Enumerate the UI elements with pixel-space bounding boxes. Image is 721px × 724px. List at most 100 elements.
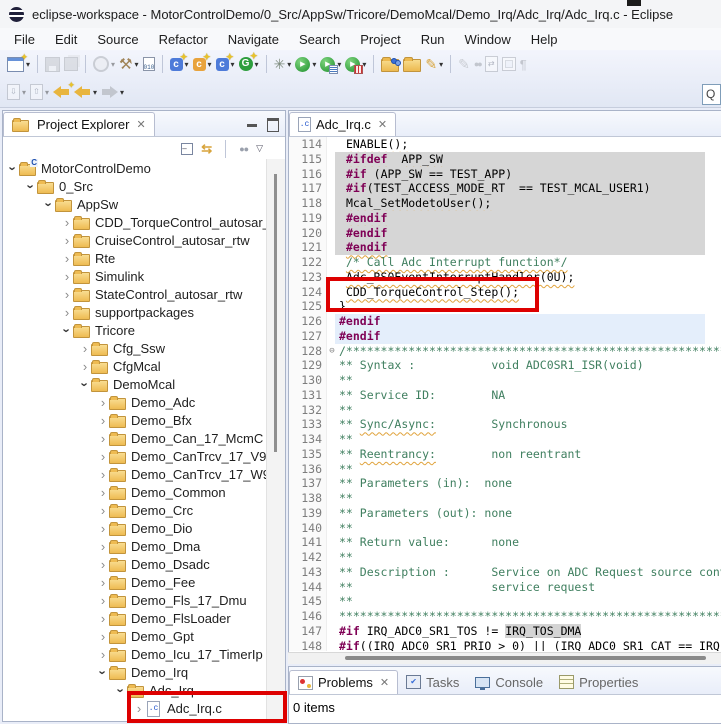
expand-arrow-icon[interactable]: › — [61, 269, 73, 284]
new-cpp-file-icon[interactable]: c✦▾ — [193, 54, 212, 74]
code-line-135[interactable]: 135** Reentrancy: non reentrant — [289, 447, 721, 462]
code-line-126[interactable]: 126#endif — [289, 314, 721, 329]
menu-project[interactable]: Project — [350, 30, 410, 49]
close-icon[interactable]: ✕ — [380, 676, 389, 689]
tree-item-tricore[interactable]: ›Tricore — [3, 321, 267, 339]
run-history-icon[interactable]: ▶▾ — [320, 54, 341, 74]
tree-item-statecontrol-autosar-rtw[interactable]: ›StateControl_autosar_rtw — [3, 285, 267, 303]
menu-file[interactable]: File — [4, 30, 45, 49]
tree-item-demo-fee[interactable]: ›Demo_Fee — [3, 573, 267, 591]
save-icon[interactable] — [45, 54, 60, 74]
code-line-129[interactable]: 129** Syntax : void ADC0SR1_ISR(void) — [289, 358, 721, 373]
filter-icon[interactable]: ●● — [239, 144, 248, 154]
tab-tasks[interactable]: ✔Tasks — [398, 670, 467, 694]
tab-adc-irq-c[interactable]: .c Adc_Irq.c ✕ — [289, 112, 396, 136]
new-wizard-icon[interactable]: ✦▾ — [7, 54, 30, 74]
dropdown-arrow-icon[interactable]: ▾ — [312, 60, 316, 69]
next-annotation-icon[interactable]: ⇩▾ — [7, 82, 26, 102]
code-line-117[interactable]: 117 #if(TEST_ACCESS_MODE_RT == TEST_MCAL… — [289, 181, 721, 196]
expand-arrow-icon[interactable]: › — [97, 611, 109, 626]
tree-item-demo-icu-17-timerip[interactable]: ›Demo_Icu_17_TimerIp — [3, 645, 267, 663]
tree-scrollbar-thumb[interactable] — [274, 174, 277, 452]
code-line-116[interactable]: 116 #if (APP_SW == TEST_APP) — [289, 167, 721, 182]
import-trace-icon[interactable] — [381, 54, 399, 74]
save-all-icon[interactable] — [64, 54, 78, 74]
menu-help[interactable]: Help — [521, 30, 568, 49]
code-line-119[interactable]: 119 #endif — [289, 211, 721, 226]
highlighter-icon[interactable]: ✎▾ — [425, 54, 443, 74]
code-line-138[interactable]: 138** — [289, 491, 721, 506]
code-line-122[interactable]: 122 /* Call Adc Interrupt function*/ — [289, 255, 721, 270]
build-icon[interactable]: ⚒▾ — [119, 54, 138, 74]
tree-item-supportpackages[interactable]: ›supportpackages — [3, 303, 267, 321]
expand-arrow-icon[interactable]: › — [79, 341, 91, 356]
external-tools-icon[interactable]: ▾ — [93, 54, 115, 74]
fold-collapse-icon[interactable]: ⊖ — [327, 344, 337, 359]
expand-arrow-icon[interactable]: › — [97, 539, 109, 554]
maximize-icon[interactable] — [267, 118, 279, 132]
code-line-146[interactable]: 146*************************************… — [289, 609, 721, 624]
code-line-137[interactable]: 137** Parameters (in): none — [289, 476, 721, 491]
code-line-128[interactable]: 128⊖/***********************************… — [289, 344, 721, 359]
expand-arrow-icon[interactable]: › — [97, 593, 109, 608]
tree-item-0-src[interactable]: ›0_Src — [3, 177, 267, 195]
code-line-127[interactable]: 127#endif — [289, 329, 721, 344]
expand-arrow-icon[interactable]: › — [97, 485, 109, 500]
tree-item-demo-crc[interactable]: ›Demo_Crc — [3, 501, 267, 519]
code-line-133[interactable]: 133** Sync/Async: Synchronous — [289, 417, 721, 432]
profile-icon[interactable]: ▶▾ — [345, 54, 366, 74]
tree-item-demo-gpt[interactable]: ›Demo_Gpt — [3, 627, 267, 645]
menu-source[interactable]: Source — [87, 30, 148, 49]
code-area[interactable]: 114 ENABLE();115 #ifdef APP_SW116 #if (A… — [289, 137, 721, 651]
tree-item-cfgmcal[interactable]: ›CfgMcal — [3, 357, 267, 375]
tree-item-demo-dma[interactable]: ›Demo_Dma — [3, 537, 267, 555]
tree-item-demo-common[interactable]: ›Demo_Common — [3, 483, 267, 501]
code-line-147[interactable]: 147#if IRQ_ADC0_SR1_TOS != IRQ_TOS_DMA — [289, 624, 721, 639]
last-edit-location-icon[interactable]: ✦ — [53, 82, 70, 102]
code-line-139[interactable]: 139** Parameters (out): none — [289, 506, 721, 521]
expand-arrow-icon[interactable]: › — [97, 449, 109, 464]
open-folder-icon[interactable] — [403, 54, 421, 74]
code-line-118[interactable]: 118 Mcal_SetModetoUser(); — [289, 196, 721, 211]
tree-item-demo-bfx[interactable]: ›Demo_Bfx — [3, 411, 267, 429]
menu-refactor[interactable]: Refactor — [149, 30, 218, 49]
expand-arrow-icon[interactable]: › — [97, 575, 109, 590]
code-line-121[interactable]: 121 #endif — [289, 240, 721, 255]
tree-item-motorcontroldemo[interactable]: ›CMotorControlDemo — [3, 159, 267, 177]
menu-run[interactable]: Run — [411, 30, 455, 49]
expand-arrow-icon[interactable]: › — [97, 431, 109, 446]
expand-arrow-icon[interactable]: › — [61, 287, 73, 302]
dropdown-arrow-icon[interactable]: ▾ — [134, 60, 138, 69]
dropdown-arrow-icon[interactable]: ▾ — [45, 88, 49, 97]
quick-access-box[interactable]: Q — [702, 84, 721, 105]
tree-item-demo-fls-17-dmu[interactable]: ›Demo_Fls_17_Dmu — [3, 591, 267, 609]
expand-arrow-icon[interactable]: › — [79, 359, 91, 374]
expand-arrow-icon[interactable]: › — [61, 251, 73, 266]
collapse-all-icon[interactable]: – — [181, 143, 193, 155]
new-target-icon[interactable]: G✦▾ — [239, 54, 259, 74]
tab-problems[interactable]: Problems✕ — [289, 670, 398, 694]
tree-item-demo-irq[interactable]: ›Demo_Irq — [3, 663, 267, 681]
team-icon[interactable]: ●● — [474, 54, 481, 74]
expand-arrow-icon[interactable]: › — [97, 557, 109, 572]
close-icon[interactable]: ✕ — [378, 118, 387, 131]
menu-edit[interactable]: Edit — [45, 30, 87, 49]
view-menu-icon[interactable]: ▽ — [256, 143, 263, 154]
tree-item-demo-dsadc[interactable]: ›Demo_Dsadc — [3, 555, 267, 573]
minimize-icon[interactable] — [247, 124, 257, 127]
tree-item-cruisecontrol-autosar-rtw[interactable]: ›CruiseControl_autosar_rtw — [3, 231, 267, 249]
menu-search[interactable]: Search — [289, 30, 350, 49]
code-line-141[interactable]: 141** Return value: none — [289, 535, 721, 550]
code-line-134[interactable]: 134** — [289, 432, 721, 447]
tree-item-demo-adc[interactable]: ›Demo_Adc — [3, 393, 267, 411]
editor-horizontal-scrollbar[interactable] — [288, 652, 721, 664]
tab-project-explorer[interactable]: Project Explorer ✕ — [3, 112, 155, 136]
tree-item-simulink[interactable]: ›Simulink — [3, 267, 267, 285]
tree-item-demo-cantrcv-17-v9[interactable]: ›Demo_CanTrcv_17_V9 — [3, 447, 267, 465]
expand-arrow-icon[interactable]: › — [61, 305, 73, 320]
expand-arrow-icon[interactable]: › — [97, 395, 109, 410]
expand-arrow-icon[interactable]: › — [97, 629, 109, 644]
dropdown-arrow-icon[interactable]: ▾ — [120, 88, 124, 97]
tree-item-rte[interactable]: ›Rte — [3, 249, 267, 267]
code-line-132[interactable]: 132** — [289, 403, 721, 418]
